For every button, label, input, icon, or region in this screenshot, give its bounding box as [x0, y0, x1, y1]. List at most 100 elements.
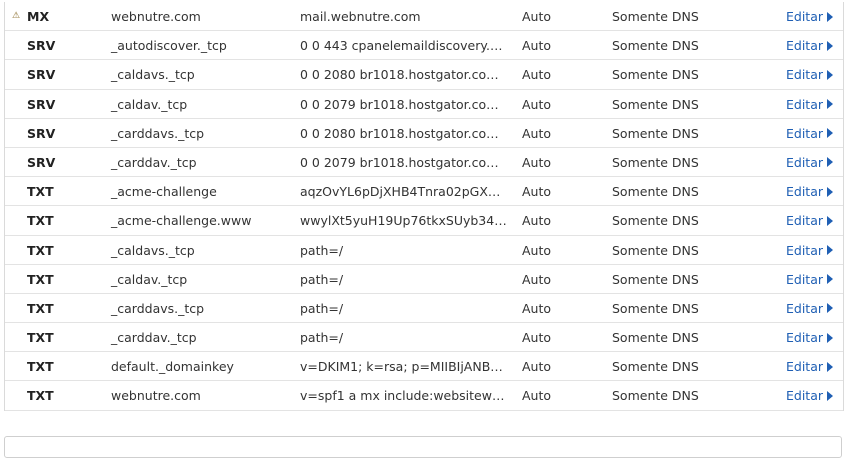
edit-record-button[interactable]: Editar [786, 60, 833, 89]
caret-right-icon [827, 245, 833, 255]
edit-label: Editar [785, 67, 823, 83]
record-name: _caldav._tcp [111, 96, 188, 112]
edit-label: Editar [785, 154, 823, 170]
next-panel [4, 436, 842, 458]
record-name: _caldavs._tcp [111, 242, 195, 258]
record-name: webnutre.com [111, 9, 201, 24]
edit-label: Editar [785, 9, 823, 24]
table-row: TXT default._domainkey v=DKIM1; k=rsa; p=M… [5, 352, 843, 382]
record-ttl: Auto [522, 300, 552, 316]
record-name: _caldavs._tcp [111, 67, 195, 83]
record-value: v=DKIM1; k=rsa; p=MIIBIjANBgk... [300, 359, 508, 375]
record-type: MX [27, 9, 50, 24]
record-type: TXT [27, 330, 54, 346]
edit-record-button[interactable]: Editar [786, 265, 833, 294]
record-ttl: Auto [522, 242, 552, 258]
edit-label: Editar [785, 125, 823, 141]
record-ttl: Auto [522, 67, 552, 83]
record-ttl: Auto [522, 38, 552, 54]
edit-record-button[interactable]: Editar [786, 381, 833, 410]
edit-record-button[interactable]: Editar [786, 2, 833, 31]
edit-label: Editar [785, 242, 823, 258]
caret-right-icon [827, 11, 833, 22]
record-ttl: Auto [522, 359, 552, 375]
record-value: 0 0 2079 br1018.hostgator.com.br [300, 154, 508, 170]
edit-record-button[interactable]: Editar [786, 148, 833, 177]
caret-right-icon [827, 128, 833, 139]
edit-record-button[interactable]: Editar [786, 119, 833, 148]
record-ttl: Auto [522, 96, 552, 112]
edit-record-button[interactable]: Editar [786, 294, 833, 323]
table-row: TXT _caldavs._tcp path=/ Auto Somente DNS Edi… [5, 236, 843, 265]
record-value: wwylXt5yuH19Up76tkxSUyb346h... [300, 213, 508, 229]
edit-label: Editar [785, 38, 823, 54]
record-name: default._domainkey [111, 359, 234, 375]
edit-label: Editar [785, 359, 823, 375]
record-type: SRV [27, 67, 56, 83]
record-proxy-status: Somente DNS [612, 388, 699, 404]
record-type: SRV [27, 154, 56, 170]
caret-right-icon [827, 69, 833, 80]
table-row: SRV _carddavs._tcp 0 0 2080 br1018.hostgat… [5, 119, 843, 148]
record-ttl: Auto [522, 154, 552, 170]
record-name: _carddav._tcp [111, 154, 197, 170]
record-proxy-status: Somente DNS [612, 242, 699, 258]
edit-label: Editar [785, 271, 823, 287]
record-name: _autodiscover._tcp [111, 38, 227, 54]
record-value: path=/ [300, 300, 344, 316]
table-row: TXT _caldav._tcp path=/ Auto Somente DNS Edit… [5, 265, 843, 294]
edit-record-button[interactable]: Editar [786, 31, 833, 60]
record-type: TXT [27, 242, 54, 258]
caret-right-icon [827, 303, 833, 314]
record-name: _acme-challenge [111, 184, 217, 200]
record-proxy-status: Somente DNS [612, 359, 699, 375]
record-value: 0 0 2080 br1018.hostgator.com.br [300, 67, 508, 83]
record-name: _carddavs._tcp [111, 300, 205, 316]
table-row: TXT webnutre.com v=spf1 a mx include:websi… [5, 381, 843, 411]
table-row: TXT _acme-challenge aqzOvYL6pDjXHB4Tnra02p… [5, 177, 843, 207]
table-row: TXT _carddav._tcp path=/ Auto Somente DNS Edi… [5, 323, 843, 353]
record-type: TXT [27, 184, 54, 200]
record-name: _caldav._tcp [111, 271, 188, 287]
dns-records-table: ⚠ MX webnutre.com mail.webnutre.com Auto Some… [4, 2, 844, 411]
record-value: path=/ [300, 242, 344, 258]
caret-right-icon [827, 99, 833, 110]
record-value: path=/ [300, 330, 344, 346]
record-ttl: Auto [522, 388, 552, 404]
edit-record-button[interactable]: Editar [786, 177, 833, 206]
edit-record-button[interactable]: Editar [786, 206, 833, 235]
edit-record-button[interactable]: Editar [786, 323, 833, 352]
record-proxy-status: Somente DNS [612, 38, 699, 54]
table-row: SRV _autodiscover._tcp 0 0 443 cpanelemail… [5, 31, 843, 61]
edit-record-button[interactable]: Editar [786, 90, 833, 119]
edit-label: Editar [785, 388, 823, 404]
table-row: SRV _carddav._tcp 0 0 2079 br1018.hostgato… [5, 148, 843, 178]
record-ttl: Auto [522, 184, 552, 200]
record-name: _carddavs._tcp [111, 125, 205, 141]
edit-label: Editar [785, 213, 823, 229]
caret-right-icon [827, 274, 833, 285]
record-proxy-status: Somente DNS [612, 330, 699, 346]
table-row: TXT _acme-challenge.www wwylXt5yuH19Up76tk… [5, 206, 843, 236]
edit-record-button[interactable]: Editar [786, 352, 833, 381]
record-name: _carddav._tcp [111, 330, 197, 346]
edit-label: Editar [785, 184, 823, 200]
record-value: 0 0 2079 br1018.hostgator.com.br [300, 96, 508, 112]
caret-right-icon [827, 157, 833, 168]
record-ttl: Auto [522, 271, 552, 287]
record-value: 0 0 443 cpanelemaildiscovery.cpa... [300, 38, 508, 54]
record-proxy-status: Somente DNS [612, 184, 699, 200]
warning-icon: ⚠ [11, 11, 21, 21]
table-row: TXT _carddavs._tcp path=/ Auto Somente DNS Ed… [5, 294, 843, 324]
caret-right-icon [827, 186, 833, 197]
caret-right-icon [827, 40, 833, 51]
edit-label: Editar [785, 300, 823, 316]
record-ttl: Auto [522, 213, 552, 229]
record-ttl: Auto [522, 125, 552, 141]
table-row: SRV _caldav._tcp 0 0 2079 br1018.hostgator… [5, 90, 843, 119]
record-proxy-status: Somente DNS [612, 213, 699, 229]
record-type: SRV [27, 125, 56, 141]
edit-record-button[interactable]: Editar [786, 236, 833, 265]
record-value: aqzOvYL6pDjXHB4Tnra02pGXK_1... [300, 184, 508, 200]
record-type: SRV [27, 38, 56, 54]
